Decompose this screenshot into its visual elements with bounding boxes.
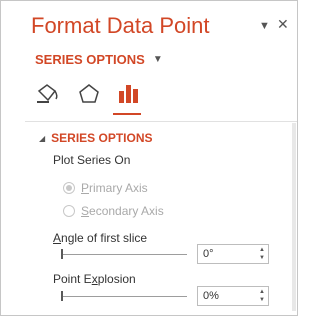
fill-line-icon (37, 84, 58, 103)
pane-options-icon[interactable]: ▼ (259, 19, 270, 33)
spin-down-icon: ▼ (259, 255, 265, 261)
spin-up-icon: ▲ (259, 289, 265, 295)
angle-slider[interactable] (61, 248, 187, 260)
slider-thumb[interactable] (61, 249, 63, 259)
primary-axis-option[interactable]: Primary Axis (63, 181, 148, 195)
series-options-icon (119, 85, 138, 103)
tab-fill-line[interactable] (35, 81, 63, 107)
plot-series-on-label: Plot Series On (53, 153, 131, 167)
selected-tab-indicator (113, 113, 141, 115)
format-data-point-pane: Format Data Point ▼ ✕ SERIES OPTIONS ▼ ◢… (0, 0, 298, 316)
secondary-axis-option[interactable]: Secondary Axis (63, 204, 164, 218)
tab-effects[interactable] (75, 81, 103, 107)
close-icon[interactable]: ✕ (277, 17, 289, 31)
scrollbar[interactable] (292, 123, 296, 311)
divider (25, 121, 297, 122)
slider-thumb[interactable] (61, 291, 63, 301)
section-title: SERIES OPTIONS (51, 131, 153, 145)
explosion-value[interactable]: 0% (198, 290, 256, 302)
angle-of-first-slice-label: Angle of first slice (53, 231, 148, 245)
effects-icon (79, 84, 99, 103)
secondary-axis-radio[interactable] (63, 205, 75, 217)
secondary-axis-label: Secondary Axis (81, 204, 164, 218)
explosion-spinner[interactable]: 0% ▲ ▼ (197, 286, 269, 306)
series-options-dropdown[interactable]: SERIES OPTIONS ▼ (35, 52, 163, 67)
angle-value[interactable]: 0° (198, 248, 256, 260)
spin-down-icon: ▼ (259, 297, 265, 303)
explosion-slider[interactable] (61, 290, 187, 302)
series-options-section-header[interactable]: ◢ SERIES OPTIONS (39, 131, 153, 145)
tab-series-options[interactable] (115, 81, 143, 107)
primary-axis-label: Primary Axis (81, 181, 148, 195)
slider-track (61, 296, 187, 297)
slider-track (61, 254, 187, 255)
primary-axis-radio[interactable] (63, 182, 75, 194)
collapse-icon: ◢ (39, 133, 46, 143)
spin-up-icon: ▲ (259, 247, 265, 253)
series-options-dropdown-label: SERIES OPTIONS (35, 52, 145, 67)
category-tabs (35, 81, 145, 111)
chevron-down-icon: ▼ (152, 54, 163, 65)
angle-spinner[interactable]: 0° ▲ ▼ (197, 244, 269, 264)
spinner-arrows[interactable]: ▲ ▼ (256, 246, 268, 262)
pane-title: Format Data Point (31, 13, 210, 38)
point-explosion-label: Point Explosion (53, 272, 136, 286)
spinner-arrows[interactable]: ▲ ▼ (256, 288, 268, 304)
